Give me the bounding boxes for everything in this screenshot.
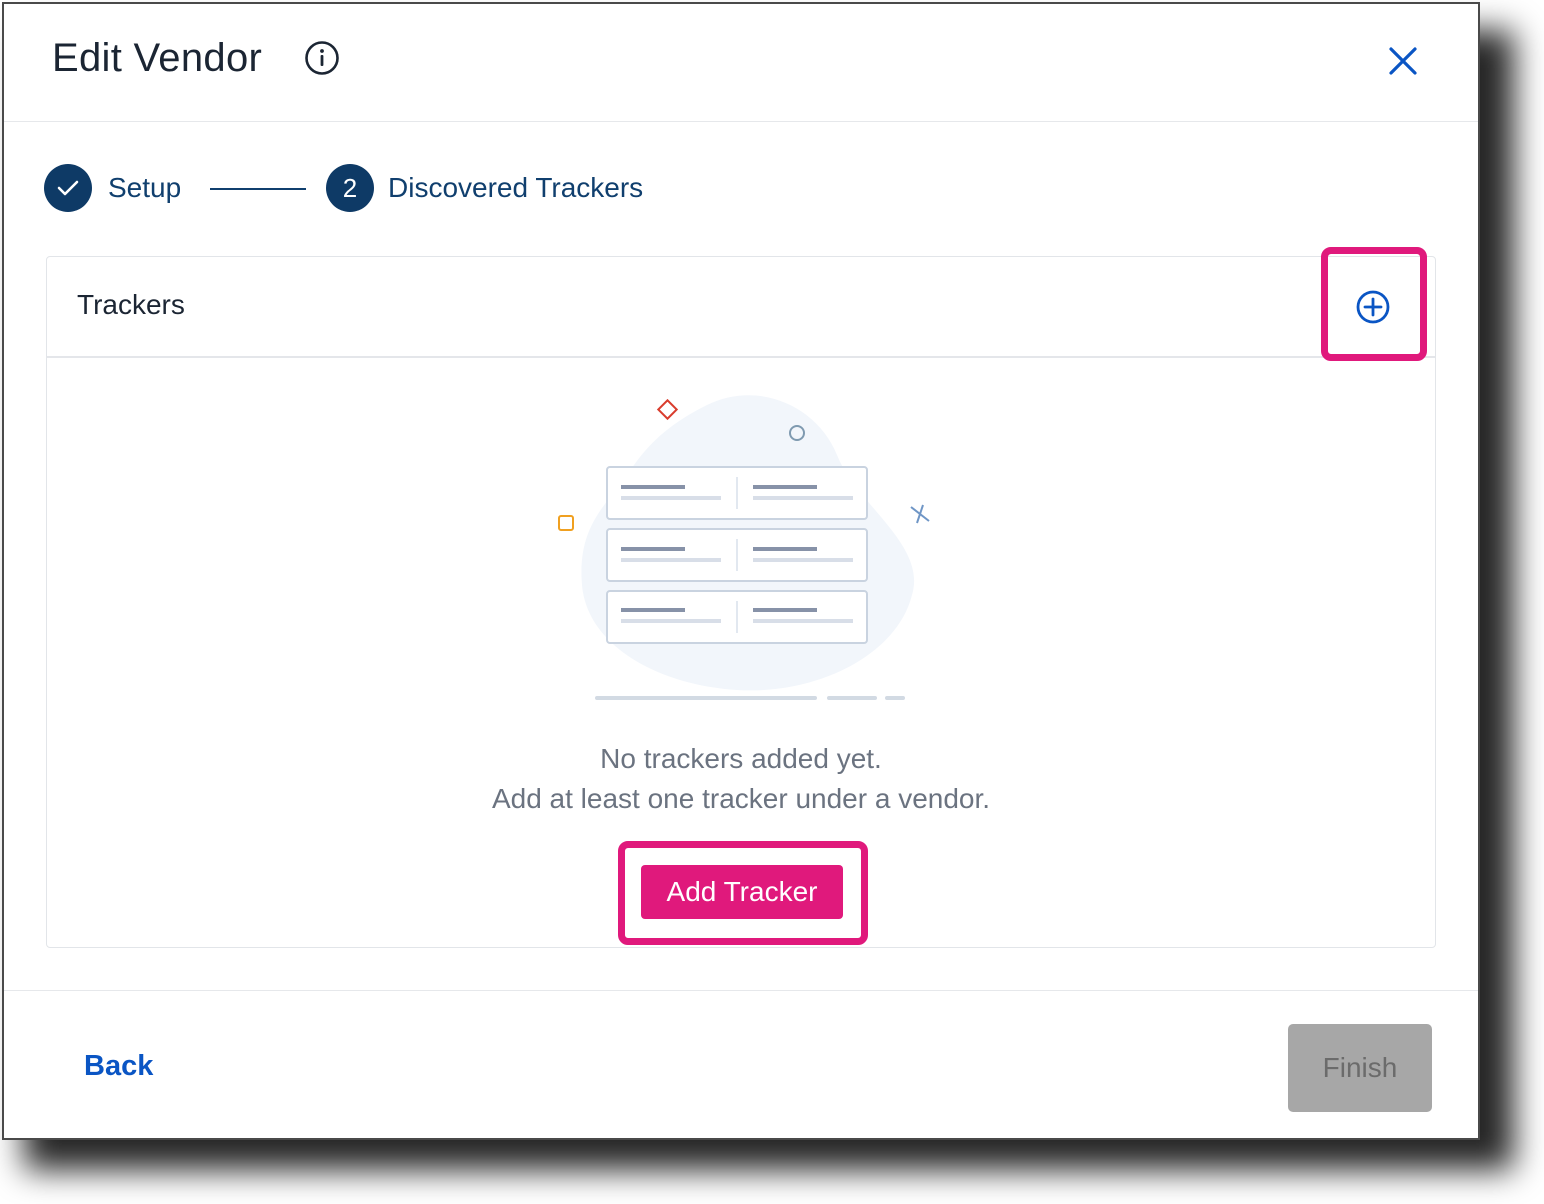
table-row-graphic xyxy=(606,590,868,644)
step-discovered-number[interactable]: 2 xyxy=(326,164,374,212)
close-icon[interactable] xyxy=(1386,44,1420,78)
screenshot-stage: Edit Vendor Setup 2 Discovered Trackers xyxy=(0,0,1544,1204)
empty-message-primary: No trackers added yet. xyxy=(600,743,882,774)
trackers-panel-header: Trackers xyxy=(47,257,1435,358)
table-row-graphic xyxy=(606,528,868,582)
stepper: Setup 2 Discovered Trackers xyxy=(44,164,944,214)
table-row-graphic xyxy=(606,466,868,520)
dialog-header: Edit Vendor xyxy=(4,4,1478,122)
step-setup-label[interactable]: Setup xyxy=(108,172,181,204)
trackers-panel-title: Trackers xyxy=(77,289,185,320)
dialog-title: Edit Vendor xyxy=(52,36,263,80)
info-icon[interactable] xyxy=(304,40,340,76)
footer-divider xyxy=(4,990,1478,991)
trackers-panel: Trackers No trackers added yet. Add at l… xyxy=(46,247,1436,948)
check-icon xyxy=(57,180,79,196)
finish-button[interactable]: Finish xyxy=(1288,1024,1432,1112)
add-tracker-button[interactable]: Add Tracker xyxy=(641,865,843,919)
step-connector xyxy=(210,188,306,190)
edit-vendor-dialog: Edit Vendor Setup 2 Discovered Trackers xyxy=(2,2,1480,1140)
back-button[interactable]: Back xyxy=(84,1050,153,1083)
empty-message-secondary: Add at least one tracker under a vendor. xyxy=(491,783,991,814)
plus-circle-icon[interactable] xyxy=(1355,289,1391,325)
step-setup-check[interactable] xyxy=(44,164,92,212)
empty-state-illustration xyxy=(558,395,930,700)
step-discovered-label[interactable]: Discovered Trackers xyxy=(388,172,643,204)
